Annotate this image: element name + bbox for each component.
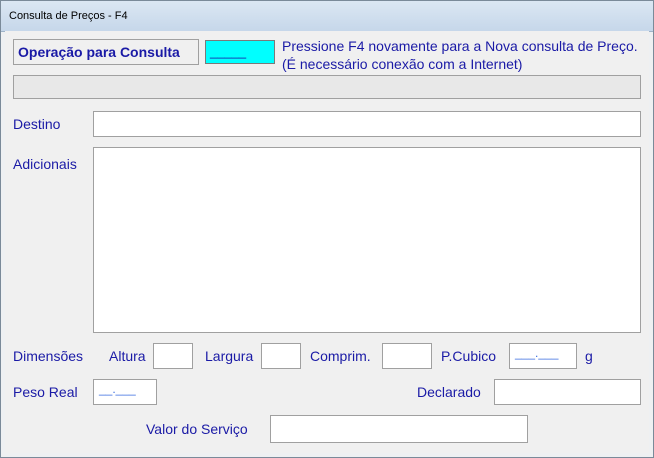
comprim-label: Comprim. <box>310 348 371 364</box>
altura-input[interactable] <box>153 343 193 369</box>
pcubico-label: P.Cubico <box>441 348 497 364</box>
adicionais-textarea[interactable] <box>93 147 641 333</box>
unit-label: g <box>585 348 593 364</box>
operation-input-value: _____ <box>210 44 247 59</box>
comprim-input[interactable] <box>382 343 432 369</box>
adicionais-label: Adicionais <box>13 156 77 172</box>
largura-label: Largura <box>205 348 254 364</box>
declarado-input[interactable] <box>494 379 641 405</box>
declarado-label: Declarado <box>417 384 481 400</box>
pcubico-value: ___.___ <box>515 346 559 360</box>
altura-label: Altura <box>109 348 146 364</box>
title-bar: Consulta de Preços - F4 <box>1 1 653 32</box>
pcubico-input[interactable]: ___.___ <box>509 343 577 369</box>
largura-input[interactable] <box>261 343 301 369</box>
destino-label: Destino <box>13 116 61 132</box>
dimensoes-label: Dimensões <box>13 348 84 364</box>
valor-servico-input[interactable] <box>270 415 528 443</box>
consulta-precos-window: Consulta de Preços - F4 Operação para Co… <box>0 0 654 458</box>
form-area: Operação para Consulta _____ Pressione F… <box>5 31 649 453</box>
destino-input[interactable] <box>93 111 641 137</box>
peso-real-input[interactable]: __.___ <box>93 379 157 405</box>
peso-real-value: __.___ <box>99 382 136 396</box>
peso-real-label: Peso Real <box>13 384 78 400</box>
window-title: Consulta de Preços - F4 <box>9 10 128 22</box>
info-text: Pressione F4 novamente para a Nova consu… <box>282 38 638 72</box>
operation-label-group: Operação para Consulta <box>13 39 199 65</box>
operation-input[interactable]: _____ <box>205 40 275 64</box>
operation-label: Operação para Consulta <box>18 44 180 60</box>
status-bar <box>13 75 641 99</box>
valor-servico-label: Valor do Serviço <box>146 421 248 437</box>
